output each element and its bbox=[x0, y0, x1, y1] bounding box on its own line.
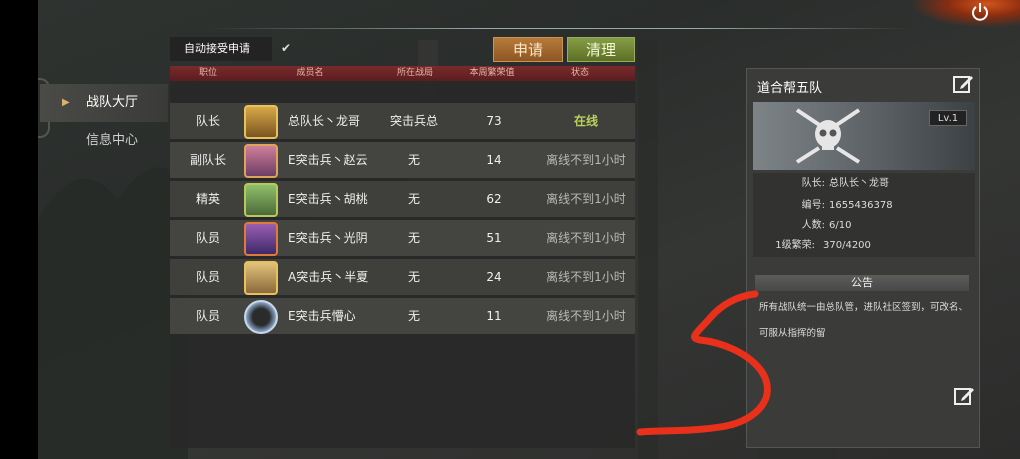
member-honor: 62 bbox=[486, 192, 502, 206]
hand-drawn-annotation bbox=[636, 290, 771, 436]
member-position: 队员 bbox=[195, 231, 220, 245]
member-status: 离线不到1小时 bbox=[546, 192, 626, 206]
header-position: 职位 bbox=[198, 68, 217, 78]
table-row[interactable]: 队长 总队长丶龙哥 突击兵总 73 在线 bbox=[170, 103, 635, 139]
table-row[interactable]: 队员 A突击兵丶半夏 无 24 离线不到1小时 bbox=[170, 259, 635, 295]
header-status: 状态 bbox=[570, 68, 589, 78]
avatar[interactable] bbox=[244, 300, 280, 334]
member-zone: 无 bbox=[407, 270, 420, 284]
edit-notice-icon[interactable] bbox=[953, 385, 975, 407]
avatar[interactable] bbox=[244, 183, 280, 217]
member-position: 队员 bbox=[195, 309, 220, 323]
table-row[interactable]: 副队长 E突击兵丶赵云 无 14 离线不到1小时 bbox=[170, 142, 635, 178]
clear-button[interactable]: 清理 bbox=[567, 37, 635, 62]
avatar[interactable] bbox=[244, 261, 280, 295]
nav-item-label: 信息中心 bbox=[86, 133, 139, 148]
member-name: A突击兵丶半夏 bbox=[288, 270, 369, 284]
info-row-count: 人数: 6/10 bbox=[753, 217, 975, 235]
team-name: 道合帮五队 bbox=[757, 81, 823, 96]
avatar[interactable] bbox=[244, 105, 280, 139]
team-level-badge: Lv.1 bbox=[929, 110, 967, 126]
nav-item-team-hall[interactable]: ▶ 战队大厅 bbox=[40, 84, 168, 122]
top-divider bbox=[208, 28, 908, 29]
leader-value: 总队长丶龙哥 bbox=[829, 178, 889, 189]
edit-name-icon[interactable] bbox=[952, 73, 974, 95]
member-name: E突击兵丶胡桃 bbox=[288, 192, 368, 206]
avatar[interactable] bbox=[244, 222, 280, 256]
id-value: 1655436378 bbox=[829, 200, 893, 211]
member-status: 在线 bbox=[573, 114, 598, 128]
table-row[interactable]: 队员 E突击兵懵心 无 11 离线不到1小时 bbox=[170, 298, 635, 334]
info-row-id: 编号: 1655436378 bbox=[753, 197, 975, 215]
member-status: 离线不到1小时 bbox=[546, 153, 626, 167]
member-name: 总队长丶龙哥 bbox=[288, 114, 361, 128]
member-name: E突击兵丶光阴 bbox=[288, 231, 368, 245]
table-header: 职位 成员名 所在战局 本周繁荣值 状态 bbox=[170, 66, 635, 81]
header-honor: 本周繁荣值 bbox=[469, 68, 515, 78]
count-label: 人数: bbox=[801, 220, 825, 231]
member-honor: 73 bbox=[486, 114, 502, 128]
member-honor: 24 bbox=[486, 270, 502, 284]
leader-label: 队长: bbox=[801, 178, 825, 189]
info-row-leader: 队长: 总队长丶龙哥 bbox=[753, 175, 975, 193]
member-table: 职位 成员名 所在战局 本周繁荣值 状态 队长 总队长丶龙哥 突击兵总 73 在… bbox=[170, 66, 635, 448]
prosperity-value: 370/4200 bbox=[823, 240, 871, 251]
auto-accept-label: 自动接受申请 bbox=[170, 37, 272, 61]
member-position: 队长 bbox=[195, 114, 220, 128]
header-name: 成员名 bbox=[296, 68, 324, 78]
prosperity-label: 1级繁荣: bbox=[775, 240, 815, 251]
auto-accept-checkbox[interactable]: ✔ bbox=[281, 41, 295, 55]
member-status: 离线不到1小时 bbox=[546, 231, 626, 245]
member-zone: 无 bbox=[407, 309, 420, 323]
apply-button[interactable]: 申请 bbox=[493, 37, 563, 62]
power-glow bbox=[910, 0, 1020, 28]
count-value: 6/10 bbox=[829, 220, 852, 231]
table-row[interactable]: 精英 E突击兵丶胡桃 无 62 离线不到1小时 bbox=[170, 181, 635, 217]
avatar[interactable] bbox=[244, 144, 280, 178]
info-row-prosperity: 1级繁荣: 370/4200 bbox=[753, 237, 975, 255]
member-zone: 无 bbox=[407, 231, 420, 245]
notice-text: 所有战队统一由总队管，进队社区签到，可改名、可服从指挥的留 bbox=[759, 302, 969, 339]
nav-item-info-center[interactable]: 信息中心 bbox=[40, 122, 168, 160]
nav-item-label: 战队大厅 bbox=[86, 95, 139, 110]
side-nav: ▶ 战队大厅 信息中心 bbox=[40, 84, 168, 160]
id-label: 编号: bbox=[801, 200, 825, 211]
power-icon[interactable] bbox=[970, 2, 990, 22]
member-position: 队员 bbox=[195, 270, 220, 284]
member-honor: 11 bbox=[486, 309, 502, 323]
member-zone: 突击兵总 bbox=[389, 114, 438, 128]
member-name: E突击兵丶赵云 bbox=[288, 153, 368, 167]
skull-emblem-icon bbox=[795, 108, 861, 164]
member-zone: 无 bbox=[407, 192, 420, 206]
member-honor: 14 bbox=[486, 153, 502, 167]
team-info: 队长: 总队长丶龙哥 编号: 1655436378 人数: 6/10 1级繁荣:… bbox=[753, 173, 975, 257]
member-name: E突击兵懵心 bbox=[288, 309, 356, 323]
member-position: 副队长 bbox=[189, 153, 226, 167]
team-banner: Lv.1 bbox=[753, 102, 975, 170]
member-position: 精英 bbox=[195, 192, 220, 206]
table-row[interactable]: 队员 E突击兵丶光阴 无 51 离线不到1小时 bbox=[170, 220, 635, 256]
header-zone: 所在战局 bbox=[396, 68, 433, 78]
member-zone: 无 bbox=[407, 153, 420, 167]
selected-arrow-icon: ▶ bbox=[62, 97, 70, 108]
member-honor: 51 bbox=[486, 231, 502, 245]
